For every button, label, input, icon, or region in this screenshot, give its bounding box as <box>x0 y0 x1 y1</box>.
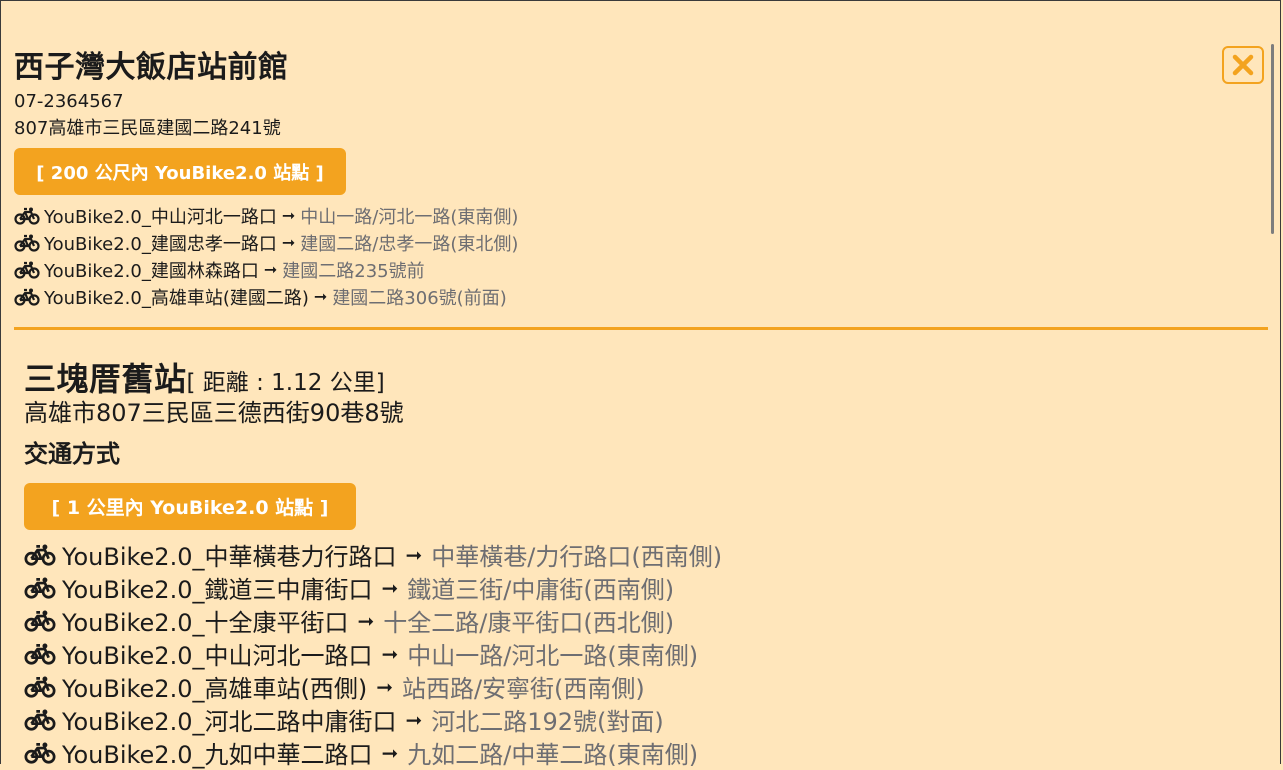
list-item: YouBike2.0_中華橫巷力行路口 ➞ 中華橫巷/力行路口(西南側) <box>24 538 722 571</box>
list-item: YouBike2.0_高雄車站(西側) ➞ 站西路/安寧街(西南側) <box>24 670 722 703</box>
station-location: 中山一路/河北一路(東南側) <box>407 642 699 670</box>
arrow-right-icon: ➞ <box>281 206 296 225</box>
bicycle-icon <box>24 544 56 566</box>
station-name: YouBike2.0_九如中華二路口 <box>62 741 373 769</box>
station-location: 十全二路/康平街口(西北側) <box>383 609 675 637</box>
hotel-address: 807高雄市三民區建國二路241號 <box>14 118 281 139</box>
station-location: 鐵道三街/中庸街(西南側) <box>407 576 675 604</box>
station-name: YouBike2.0_中山河北一路口 <box>62 642 373 670</box>
bicycle-icon <box>14 288 40 306</box>
station-location: 九如二路/中華二路(東南側) <box>407 741 699 769</box>
list-item: YouBike2.0_建國林森路口 ➞ 建國二路235號前 <box>14 256 518 283</box>
list-item: YouBike2.0_鐵道三中庸街口 ➞ 鐵道三街/中庸街(西南側) <box>24 571 722 604</box>
arrow-right-icon: ➞ <box>376 674 393 699</box>
arrow-right-icon: ➞ <box>381 740 399 765</box>
station-name: YouBike2.0_建國林森路口 <box>44 260 259 282</box>
station-location: 河北二路192號(對面) <box>431 708 664 736</box>
list-item: YouBike2.0_中山河北一路口 ➞ 中山一路/河北一路(東南側) <box>24 637 722 670</box>
station-name: YouBike2.0_建國忠孝一路口 <box>44 233 277 255</box>
station-location: 中山一路/河北一路(東南側) <box>300 206 519 228</box>
attraction-distance: [ 距離 : 1.12 公里] <box>186 370 385 396</box>
station-name: YouBike2.0_中山河北一路口 <box>44 206 277 228</box>
station-name: YouBike2.0_十全康平街口 <box>62 609 349 637</box>
attraction-name: 三塊厝舊站 <box>24 360 187 398</box>
section-divider <box>14 327 1268 330</box>
arrow-right-icon: ➞ <box>281 233 296 252</box>
station-name: YouBike2.0_高雄車站(建國二路) <box>44 287 309 309</box>
station-location: 中華橫巷/力行路口(西南側) <box>431 543 723 571</box>
hotel-phone: 07-2364567 <box>14 91 124 112</box>
hotel-info: 西子灣大飯店站前館 07-2364567 807高雄市三民區建國二路241號 <box>14 48 289 142</box>
attraction-station-list: YouBike2.0_中華橫巷力行路口 ➞ 中華橫巷/力行路口(西南側) You… <box>24 538 722 769</box>
bicycle-icon <box>24 643 56 665</box>
bicycle-icon <box>24 709 56 731</box>
arrow-right-icon: ➞ <box>405 707 423 732</box>
arrow-right-icon: ➞ <box>381 575 399 600</box>
list-item: YouBike2.0_中山河北一路口 ➞ 中山一路/河北一路(東南側) <box>14 202 518 229</box>
bicycle-icon <box>24 676 56 698</box>
arrow-right-icon: ➞ <box>405 542 423 567</box>
station-name: YouBike2.0_中華橫巷力行路口 <box>62 543 397 571</box>
list-item: YouBike2.0_建國忠孝一路口 ➞ 建國二路/忠孝一路(東北側) <box>14 229 518 256</box>
close-button[interactable] <box>1222 46 1264 84</box>
list-item: YouBike2.0_河北二路中庸街口 ➞ 河北二路192號(對面) <box>24 703 722 736</box>
bicycle-icon <box>14 261 40 279</box>
bicycle-icon <box>24 610 56 632</box>
attraction-nearby-youbike-button[interactable]: [ 1 公里內 YouBike2.0 站點 ] <box>24 483 356 530</box>
list-item: YouBike2.0_高雄車站(建國二路) ➞ 建國二路306號(前面) <box>14 283 518 310</box>
list-item: YouBike2.0_九如中華二路口 ➞ 九如二路/中華二路(東南側) <box>24 736 722 769</box>
station-name: YouBike2.0_鐵道三中庸街口 <box>62 576 373 604</box>
station-location: 建國二路/忠孝一路(東北側) <box>300 233 519 255</box>
station-location: 站西路/安寧街(西南側) <box>401 675 645 703</box>
arrow-right-icon: ➞ <box>357 608 375 633</box>
bicycle-icon <box>24 742 56 764</box>
arrow-right-icon: ➞ <box>313 287 328 306</box>
arrow-right-icon: ➞ <box>381 641 399 666</box>
station-name: YouBike2.0_河北二路中庸街口 <box>62 708 397 736</box>
transport-heading: 交通方式 <box>24 440 120 468</box>
scrollbar[interactable] <box>1271 44 1274 234</box>
list-item: YouBike2.0_十全康平街口 ➞ 十全二路/康平街口(西北側) <box>24 604 722 637</box>
hotel-station-list: YouBike2.0_中山河北一路口 ➞ 中山一路/河北一路(東南側) YouB… <box>14 202 518 310</box>
hotel-nearby-youbike-button[interactable]: [ 200 公尺內 YouBike2.0 站點 ] <box>14 148 346 195</box>
bicycle-icon <box>24 577 56 599</box>
close-x-icon <box>1232 54 1254 76</box>
bicycle-icon <box>14 234 40 252</box>
station-location: 建國二路235號前 <box>282 260 425 282</box>
hotel-name: 西子灣大飯店站前館 <box>14 50 289 85</box>
bicycle-icon <box>14 207 40 225</box>
station-location: 建國二路306號(前面) <box>332 287 507 309</box>
attraction-address: 高雄市807三民區三德西街90巷8號 <box>24 399 404 427</box>
station-name: YouBike2.0_高雄車站(西側) <box>62 675 368 703</box>
arrow-right-icon: ➞ <box>263 260 278 279</box>
attraction-title: 三塊厝舊站[ 距離 : 1.12 公里] <box>24 354 385 400</box>
